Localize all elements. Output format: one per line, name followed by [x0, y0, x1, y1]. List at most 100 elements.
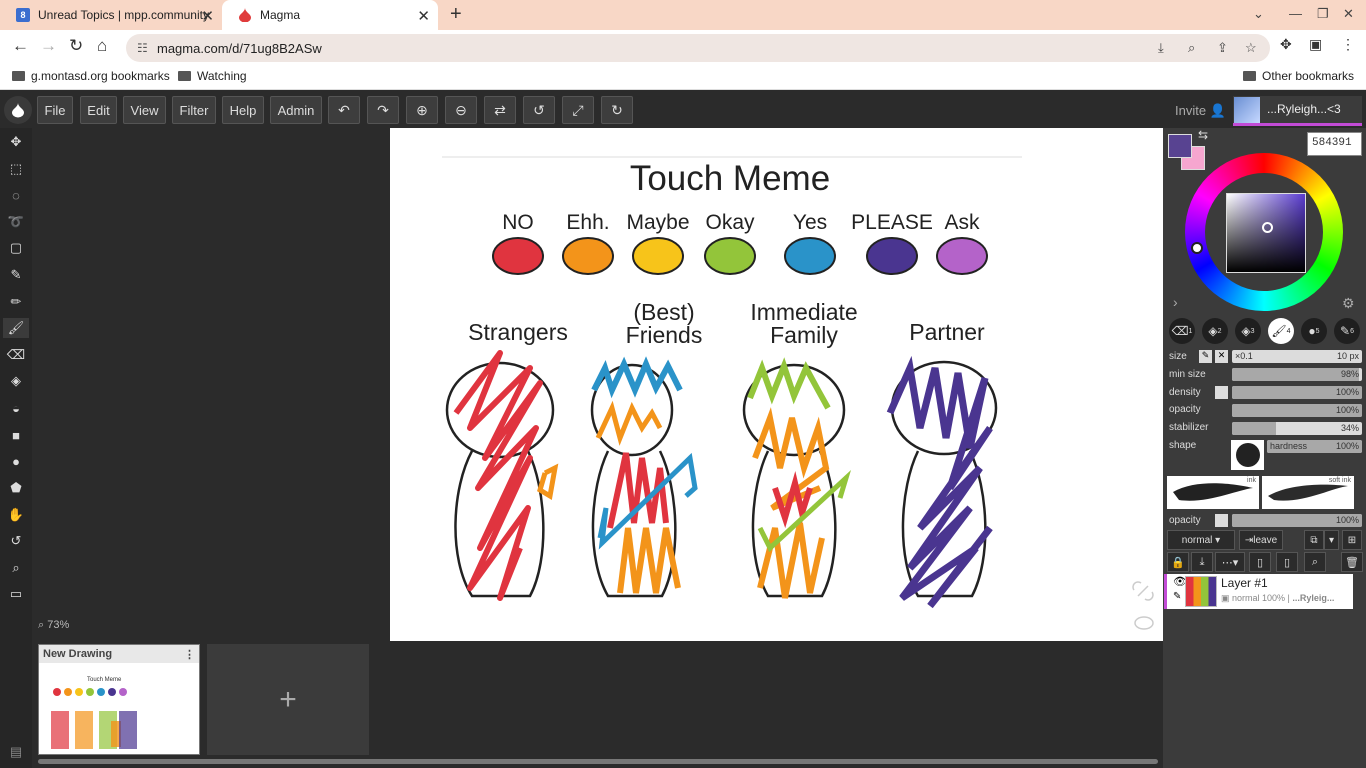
layer-opacity-lock[interactable] — [1215, 514, 1228, 527]
more-layer-options-icon[interactable]: ⋯▾ — [1215, 552, 1245, 572]
side-panel-icon[interactable]: ▣ — [1309, 36, 1322, 53]
pressure-size-toggle[interactable]: ✎ — [1199, 350, 1212, 363]
rect-select-icon[interactable]: ⬚ — [6, 159, 26, 179]
chat-icon[interactable] — [1134, 616, 1154, 630]
eyedropper-icon[interactable]: ✎ — [6, 265, 26, 285]
hex-color-input[interactable]: 584391 — [1307, 132, 1362, 156]
preset-soft-ink[interactable]: soft ink — [1262, 476, 1354, 509]
density-slider[interactable]: 100% — [1232, 386, 1362, 399]
rotate-right-icon[interactable]: ↻ — [601, 96, 633, 124]
close-icon[interactable]: ✕ — [417, 7, 430, 25]
size-lock-toggle[interactable]: ✕ — [1215, 350, 1228, 363]
min-size-slider[interactable]: 98% — [1232, 368, 1362, 381]
bookmark-other[interactable]: Other bookmarks — [1243, 69, 1354, 83]
transform-icon[interactable]: ▢ — [6, 238, 26, 258]
hue-handle[interactable] — [1191, 242, 1203, 254]
brush-slot-3[interactable]: ◈ 3 — [1235, 318, 1261, 344]
back-icon[interactable]: ← — [12, 36, 29, 56]
add-drawing-button[interactable]: + — [207, 644, 369, 755]
ellipse-icon[interactable]: ● — [6, 451, 26, 471]
brush-slot-4[interactable]: 🖌 4 — [1268, 318, 1294, 344]
invite-button[interactable]: Invite 👤 — [1175, 103, 1226, 119]
brush-icon[interactable]: 🖌 — [3, 318, 29, 338]
duplicate-layer-icon[interactable]: ⧉ — [1304, 530, 1324, 550]
browser-menu-icon[interactable]: ⋮ — [1341, 36, 1355, 53]
more-options-icon[interactable]: ⋮ — [184, 648, 195, 661]
gear-icon[interactable]: ⚙ — [1342, 295, 1355, 312]
drawing-canvas[interactable]: Touch Meme NO Ehh. Maybe Okay Yes PLEASE Ask S… — [390, 128, 1163, 641]
menu-admin[interactable]: Admin — [270, 96, 322, 124]
site-info-icon[interactable]: ☷ — [137, 41, 148, 55]
comment-icon[interactable]: ▭ — [6, 584, 26, 604]
zoom-tool-icon[interactable]: ⌕ — [6, 558, 26, 578]
fullscreen-icon[interactable]: ⤢ — [562, 96, 594, 124]
install-app-icon[interactable]: ⤓ — [1158, 40, 1164, 56]
gradient-icon[interactable]: ◒ — [6, 398, 26, 418]
reload-icon[interactable]: ↻ — [69, 36, 83, 56]
color-picker-handle[interactable] — [1262, 222, 1273, 233]
preset-ink[interactable]: ink — [1167, 476, 1259, 509]
close-window-button[interactable]: ✕ — [1343, 6, 1354, 22]
swap-colors-icon[interactable]: ⇆ — [1198, 128, 1208, 142]
dropdown-chevron-icon[interactable]: ▾ — [1324, 530, 1339, 550]
chevron-right-icon[interactable]: › — [1173, 294, 1178, 310]
tab-mpp-community[interactable]: 8 Unread Topics | mpp.community ✕ — [0, 0, 222, 30]
layer-opacity-slider[interactable]: 100% — [1232, 514, 1362, 527]
bookmark-montasd[interactable]: g.montasd.org bookmarks — [12, 69, 170, 83]
shape-icon[interactable]: ⬟ — [6, 478, 26, 498]
forward-icon[interactable]: → — [40, 36, 57, 56]
flip-icon[interactable]: ⇄ — [484, 96, 516, 124]
undo-icon[interactable]: ↶ — [328, 96, 360, 124]
trash-icon[interactable]: 🗑 — [1341, 552, 1363, 572]
menu-file[interactable]: File — [37, 96, 73, 124]
stabilizer-slider[interactable]: 34% — [1232, 422, 1362, 435]
magma-logo-icon[interactable] — [4, 96, 32, 124]
density-pressure-toggle[interactable] — [1215, 386, 1228, 399]
brush-shape-preview[interactable] — [1231, 440, 1264, 470]
leave-button[interactable]: ⇥ leave — [1239, 530, 1283, 550]
pencil-edit-icon[interactable]: ✎ — [1173, 591, 1181, 602]
tab-search-chevron-icon[interactable]: ⌄ — [1253, 6, 1264, 22]
merge-down-icon[interactable]: ⤓ — [1191, 552, 1213, 572]
zoom-icon[interactable]: ⌕ — [1188, 40, 1195, 56]
minimize-button[interactable]: — — [1289, 6, 1302, 21]
primary-color-swatch[interactable] — [1168, 134, 1192, 158]
menu-help[interactable]: Help — [222, 96, 264, 124]
ellipse-select-icon[interactable]: ◌ — [6, 185, 26, 205]
user-badge[interactable]: ...Ryleigh...<3 — [1233, 96, 1362, 126]
drawing-thumbnail[interactable]: New Drawing ⋮ Touch Meme — [38, 644, 200, 755]
new-tab-button[interactable]: + — [450, 3, 462, 26]
hardness-slider[interactable]: hardness 100% — [1267, 440, 1362, 453]
size-slider[interactable]: ×0.1 10 px — [1232, 350, 1362, 363]
brush-slot-6[interactable]: ✎ 6 — [1334, 318, 1360, 344]
layer-paste-icon[interactable]: ▯ — [1276, 552, 1298, 572]
lasso-icon[interactable]: ➰ — [6, 212, 26, 232]
pencil-icon[interactable]: ✏ — [6, 292, 26, 312]
lock-icon[interactable]: 🔒 — [1167, 552, 1189, 572]
paint-bucket-icon[interactable]: ◈ — [6, 371, 26, 391]
blend-mode-select[interactable]: normal ▾ — [1167, 530, 1235, 550]
layer-copy-icon[interactable]: ▯ — [1249, 552, 1271, 572]
redo-icon[interactable]: ↷ — [367, 96, 399, 124]
rotate-left-icon[interactable]: ↺ — [523, 96, 555, 124]
search-icon[interactable]: ⌕ — [1304, 552, 1326, 572]
horizontal-scrollbar[interactable] — [38, 759, 1158, 764]
film-strip-icon[interactable]: ▤ — [6, 742, 26, 762]
brush-slot-5[interactable]: ● 5 — [1301, 318, 1327, 344]
link-icon[interactable] — [1132, 581, 1154, 601]
zoom-in-icon[interactable]: ⊕ — [406, 96, 438, 124]
rectangle-icon[interactable]: ■ — [6, 425, 26, 445]
menu-view[interactable]: View — [123, 96, 166, 124]
bookmark-watching[interactable]: Watching — [178, 69, 247, 83]
zoom-out-icon[interactable]: ⊖ — [445, 96, 477, 124]
rotate-view-icon[interactable]: ↺ — [6, 531, 26, 551]
tab-magma[interactable]: Magma ✕ — [222, 0, 438, 30]
menu-filter[interactable]: Filter — [172, 96, 216, 124]
home-icon[interactable]: ⌂ — [97, 36, 107, 56]
extensions-icon[interactable]: ✥ — [1280, 36, 1292, 53]
bookmark-star-icon[interactable]: ☆ — [1245, 40, 1257, 56]
add-layer-icon[interactable]: ⊞ — [1342, 530, 1362, 550]
brush-slot-2[interactable]: ◈ 2 — [1202, 318, 1228, 344]
share-icon[interactable]: ⇪ — [1217, 40, 1228, 56]
eraser-icon[interactable]: ⌫ — [6, 345, 26, 365]
